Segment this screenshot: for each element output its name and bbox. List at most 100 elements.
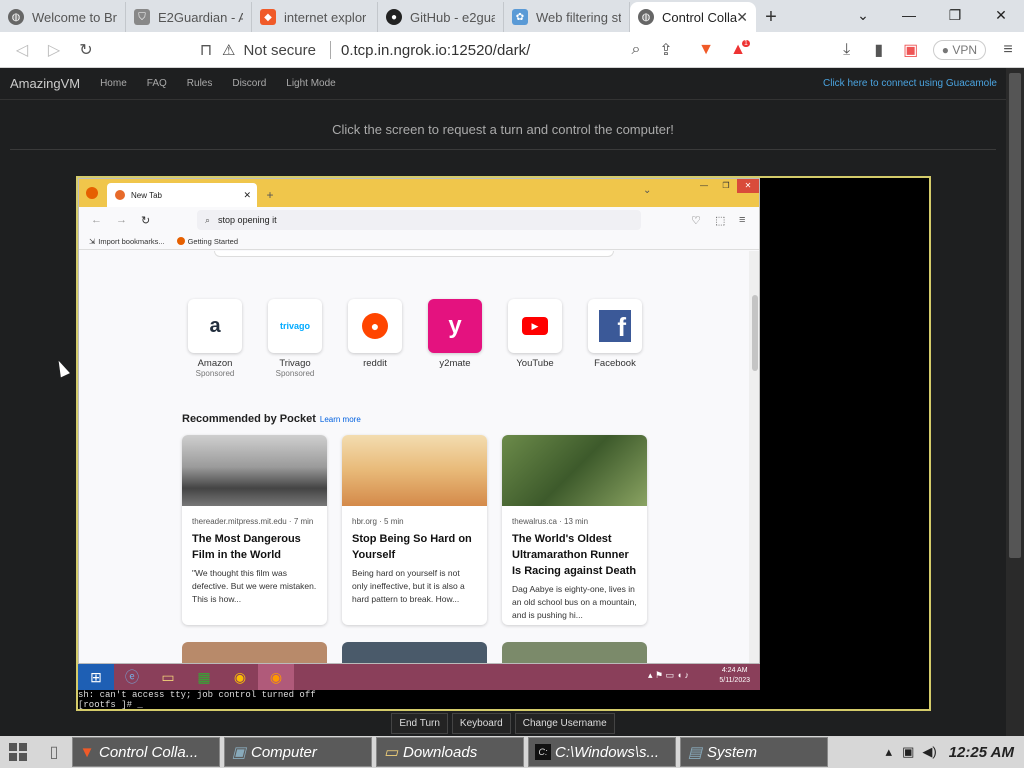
forward-icon[interactable]: → [116,214,127,226]
menu-icon[interactable]: ≡ [992,34,1024,66]
close-window-button[interactable]: ✕ [737,179,759,193]
download-icon[interactable]: ⤓ [831,34,863,66]
ie-icon[interactable]: ⓔ [114,664,150,690]
tab-label: Web filtering st [536,9,621,25]
card-title: Stop Being So Hard on Yourself [352,533,472,561]
restore-button[interactable]: ❐ [932,0,978,30]
restore-button[interactable]: ❐ [715,179,737,193]
bookmark-getting-started[interactable]: Getting Started [188,237,238,246]
browser-tab-e2guardian[interactable]: ⛉ E2Guardian - A [126,2,252,32]
windows-start-icon[interactable] [0,736,36,768]
folder-icon[interactable]: ▭ [150,664,186,690]
remote-new-tab-button[interactable]: + [257,183,283,207]
y2mate-icon: y [448,312,462,339]
bookmark-icon[interactable]: ⊓ [190,34,222,66]
sidebar-icon[interactable]: ▮ [863,34,895,66]
taskbar-item-system[interactable]: ▤ System [680,737,828,767]
nav-light-mode[interactable]: Light Mode [286,78,335,89]
top-site-facebook[interactable]: f Facebook [588,299,642,369]
remote-clock-date: 5/11/2023 [719,677,750,684]
card-excerpt: Dag Aabye is eighty-one, lives in an old… [512,584,637,620]
volume-icon[interactable]: ◀) [922,744,936,760]
site-brand[interactable]: AmazingVM [10,76,80,91]
nav-faq[interactable]: FAQ [147,78,167,89]
back-icon[interactable]: ← [91,214,102,226]
close-window-button[interactable]: ✕ [978,0,1024,30]
menu-icon[interactable]: ≡ [739,214,745,226]
pocket-card[interactable]: thereader.mitpress.mit.edu · 7 min The M… [182,435,327,625]
minimize-button[interactable]: — [886,0,932,30]
taskbar-item-computer[interactable]: ▣ Computer [224,737,372,767]
browser-tab-control-collab[interactable]: ◍ Control Colla ✕ [630,2,756,32]
vpn-button[interactable]: ● VPN [932,40,986,60]
top-site-trivago[interactable]: trivago Trivago Sponsored [268,299,322,378]
remote-scrollbar[interactable] [749,251,759,663]
nav-home[interactable]: Home [100,78,127,89]
vm-screen[interactable]: New Tab ✕ + ⌄ — ❐ ✕ ← → ↻ ♡ ⬚ ≡ ⌕ stop o… [76,176,931,711]
nav-rules[interactable]: Rules [187,78,213,89]
firefox-icon[interactable]: ◉ [258,664,294,690]
bookmark-import[interactable]: Import bookmarks... [98,237,164,246]
browser-tab-github[interactable]: ● GitHub - e2gua [378,2,504,32]
taskbar-label: C:\Windows\s... [555,743,660,761]
excel-icon[interactable]: ▦ [186,664,222,690]
pocket-card[interactable]: hbr.org · 5 min Stop Being So Hard on Yo… [342,435,487,625]
brave-shields-icon[interactable]: ▼ [690,34,722,66]
system-icon: ▤ [687,744,703,761]
remote-url-bar[interactable]: ⌕ stop opening it [197,210,641,230]
taskbar-clock[interactable]: 12:25 AM [949,744,1014,761]
remote-tab-new-tab[interactable]: New Tab ✕ [107,183,257,207]
card-title: The Most Dangerous Film in the World [192,533,301,561]
search-icon: ⌕ [205,214,211,225]
tile-name: Amazon [197,358,233,369]
minimize-button[interactable]: — [693,179,715,193]
change-username-button[interactable]: Change Username [514,713,615,734]
guacamole-link[interactable]: Click here to connect using Guacamole [823,78,997,89]
browser-tab-internet-explorer[interactable]: ◆ internet explor [252,2,378,32]
browser-tab-web-filtering[interactable]: ✿ Web filtering st [504,2,630,32]
pocket-icon[interactable]: ♡ [691,214,701,227]
top-site-amazon[interactable]: a Amazon Sponsored [188,299,242,378]
back-button[interactable]: ◁ [6,34,38,66]
tray-expand-icon[interactable]: ▴ [886,744,893,760]
share-icon[interactable]: ⇪ [650,34,682,66]
top-site-y2mate[interactable]: y y2mate [428,299,482,369]
firefox-icon [176,237,185,245]
nav-discord[interactable]: Discord [232,78,266,89]
wallet-icon[interactable]: ▣ [895,34,927,66]
taskbar-item-cmd[interactable]: C: C:\Windows\s... [528,737,676,767]
learn-more-link[interactable]: Learn more [320,415,361,424]
network-icon: ✿ [512,9,528,25]
url-text: 0.tcp.in.ngrok.io:12520/dark/ [341,41,531,59]
card-image [182,642,327,663]
windows-start-icon[interactable]: ⊞ [78,664,114,690]
taskbar-item-control-collab[interactable]: ▼ Control Colla... [72,737,220,767]
browser-tab-welcome[interactable]: ◍ Welcome to Br [0,2,126,32]
taskbar-item-downloads[interactable]: ▭ Downloads [376,737,524,767]
forward-button[interactable]: ▷ [38,34,70,66]
top-site-youtube[interactable]: ▶ YouTube [508,299,562,369]
brave-rewards-icon[interactable]: ▲ 1 [724,34,756,66]
remote-url-text: stop opening it [218,215,277,225]
network-icon[interactable]: ▣ [902,744,914,760]
end-turn-button[interactable]: End Turn [391,713,448,734]
card-source: thewalrus.ca · 13 min [512,517,589,526]
system-tray: ▴ ▣ ◀) 12:25 AM [886,736,1014,768]
new-tab-button[interactable]: + [756,2,786,32]
close-icon[interactable]: ✕ [243,190,251,201]
card-title: The World's Oldest Ultramarathon Runner … [512,533,637,577]
remote-tab-label: New Tab [131,190,162,200]
reload-icon[interactable]: ↻ [141,214,150,227]
page-scrollbar[interactable] [1006,68,1024,736]
chevron-down-icon[interactable]: ⌄ [643,185,651,196]
chrome-icon[interactable]: ◉ [222,664,258,690]
file-icon[interactable]: ▯ [36,736,72,768]
keyboard-button[interactable]: Keyboard [451,713,511,734]
top-site-reddit[interactable]: ● reddit [348,299,402,369]
zoom-icon[interactable]: ⌕ [620,34,652,66]
pocket-card[interactable]: thewalrus.ca · 13 min The World's Oldest… [502,435,647,625]
reload-button[interactable]: ↻ [70,34,102,66]
tab-search-icon[interactable]: ⌄ [840,0,886,30]
extensions-icon[interactable]: ⬚ [715,214,725,227]
close-tab-icon[interactable]: ✕ [736,9,748,26]
